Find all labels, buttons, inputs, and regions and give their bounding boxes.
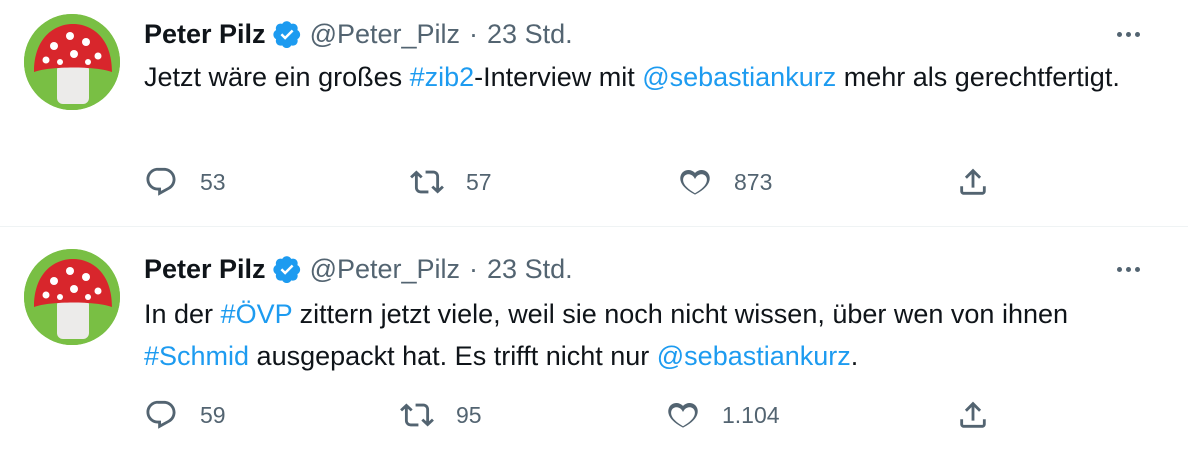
separator-dot: · (469, 19, 479, 49)
like-count: 1.104 (722, 401, 780, 428)
like-count: 873 (734, 168, 773, 195)
verified-badge-icon (272, 19, 302, 49)
tweet[interactable]: Peter Pilz @Peter_Pilz · 23 Std. Jetzt w… (0, 0, 1188, 226)
reply-count: 53 (200, 168, 226, 195)
avatar[interactable] (24, 14, 120, 110)
more-dots-icon[interactable] (1112, 257, 1144, 281)
verified-badge-icon (272, 254, 302, 284)
retweet-count: 57 (466, 168, 492, 195)
mention-link[interactable]: @sebastiankurz (657, 341, 851, 371)
retweet-button[interactable]: 57 (410, 160, 492, 204)
mushroom-avatar-image (24, 14, 120, 110)
timestamp[interactable]: 23 Std. (487, 251, 573, 287)
author-handle[interactable]: @Peter_Pilz (310, 16, 460, 52)
heart-icon (680, 169, 710, 195)
reply-button[interactable]: 59 (144, 393, 226, 437)
text-segment: zittern jetzt viele, weil sie noch nicht… (292, 299, 1069, 329)
author-name[interactable]: Peter Pilz (144, 251, 266, 287)
hashtag-link[interactable]: #zib2 (410, 62, 475, 92)
tweet-actions: 53 57 873 (144, 160, 1004, 204)
tweet-text: In der #ÖVP zittern jetzt viele, weil si… (144, 293, 1144, 377)
avatar[interactable] (24, 249, 120, 345)
text-segment: ausgepackt hat. Es trifft nicht nur (249, 341, 657, 371)
like-button[interactable]: 873 (678, 160, 772, 204)
share-button[interactable] (956, 160, 990, 204)
hashtag-link[interactable]: #ÖVP (221, 299, 293, 329)
reply-icon (146, 400, 176, 429)
mention-link[interactable]: @sebastiankurz (642, 62, 836, 92)
retweet-count: 95 (456, 401, 482, 428)
share-icon (960, 168, 986, 195)
text-segment: Jetzt wäre ein großes (144, 62, 410, 92)
hashtag-link[interactable]: #Schmid (144, 341, 249, 371)
tweet[interactable]: Peter Pilz @Peter_Pilz · 23 Std. In der … (0, 226, 1188, 460)
separator-dot: · (469, 254, 479, 284)
reply-count: 59 (200, 401, 226, 428)
mushroom-avatar-image (24, 249, 120, 345)
share-button[interactable] (956, 393, 990, 437)
like-button[interactable]: 1.104 (666, 393, 780, 437)
author-handle[interactable]: @Peter_Pilz (310, 251, 460, 287)
retweet-icon (410, 170, 444, 194)
retweet-icon (400, 403, 434, 427)
reply-button[interactable]: 53 (144, 160, 226, 204)
tweet-header: Peter Pilz @Peter_Pilz · 23 Std. (144, 251, 573, 287)
text-segment: -Interview mit (474, 62, 643, 92)
heart-icon (668, 402, 698, 428)
tweet-actions: 59 95 1.104 (144, 393, 1004, 437)
retweet-button[interactable]: 95 (400, 393, 482, 437)
reply-icon (146, 167, 176, 196)
text-segment: . (850, 341, 859, 371)
text-segment: mehr als gerechtfertigt. (836, 62, 1120, 92)
share-icon (960, 401, 986, 428)
author-name[interactable]: Peter Pilz (144, 16, 266, 52)
more-dots-icon[interactable] (1112, 22, 1144, 46)
tweet-header: Peter Pilz @Peter_Pilz · 23 Std. (144, 16, 573, 52)
tweet-text: Jetzt wäre ein großes #zib2-Interview mi… (144, 56, 1144, 98)
text-segment: In der (144, 299, 221, 329)
timestamp[interactable]: 23 Std. (487, 16, 573, 52)
